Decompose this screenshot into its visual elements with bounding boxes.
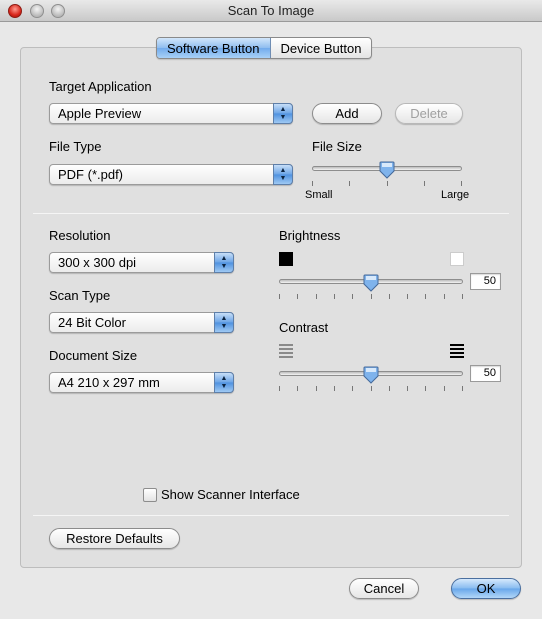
slider-tick: [425, 294, 426, 299]
slider-tick: [407, 294, 408, 299]
brightness-ticks: [279, 294, 463, 299]
file-size-max-label: Large: [441, 189, 470, 201]
resolution-value: 300 x 300 dpi: [58, 255, 137, 270]
tab-device-button[interactable]: Device Button: [271, 38, 372, 58]
window-title: Scan To Image: [227, 3, 315, 18]
contrast-label: Contrast: [279, 320, 329, 335]
slider-tick: [316, 294, 317, 299]
button-mode-tabs: Software Button Device Button: [156, 37, 373, 59]
add-button[interactable]: Add: [312, 103, 382, 124]
slider-tick: [462, 294, 463, 299]
show-scanner-interface-checkbox[interactable]: [143, 488, 157, 502]
file-size-tick: [349, 181, 350, 186]
brightness-slider-thumb[interactable]: [363, 274, 379, 292]
section-separator-bottom: [33, 515, 509, 516]
dark-square-icon: [279, 252, 293, 266]
file-size-min-label: Small: [305, 189, 333, 201]
cancel-button[interactable]: Cancel: [349, 578, 419, 599]
slider-tick: [425, 386, 426, 391]
brightness-value-field[interactable]: 50: [470, 273, 501, 290]
file-type-popup[interactable]: PDF (*.pdf) ▲ ▼: [49, 164, 293, 185]
slider-tick: [389, 386, 390, 391]
contrast-value-field[interactable]: 50: [470, 365, 501, 382]
show-scanner-interface-label[interactable]: Show Scanner Interface: [161, 487, 300, 502]
popup-arrows-icon: ▲ ▼: [214, 252, 234, 273]
file-size-tick: [424, 181, 425, 186]
slider-tick: [444, 294, 445, 299]
slider-tick: [297, 386, 298, 391]
scan-type-value: 24 Bit Color: [58, 315, 126, 330]
file-size-label: File Size: [312, 139, 362, 154]
popup-arrows-icon: ▲ ▼: [214, 312, 234, 333]
slider-tick: [334, 386, 335, 391]
slider-tick: [279, 294, 280, 299]
contrast-ticks: [279, 386, 463, 391]
slider-tick: [371, 294, 372, 299]
document-size-popup[interactable]: A4 210 x 297 mm ▲ ▼: [49, 372, 234, 393]
target-application-popup[interactable]: Apple Preview ▲ ▼: [49, 103, 293, 124]
slider-tick: [462, 386, 463, 391]
high-contrast-icon: [450, 344, 464, 358]
slider-tick: [334, 294, 335, 299]
light-square-icon: [450, 252, 464, 266]
contrast-slider-thumb[interactable]: [363, 366, 379, 384]
brightness-label: Brightness: [279, 228, 341, 243]
slider-tick: [389, 294, 390, 299]
resolution-popup[interactable]: 300 x 300 dpi ▲ ▼: [49, 252, 234, 273]
file-type-label: File Type: [49, 139, 102, 154]
target-application-value: Apple Preview: [58, 106, 142, 121]
tab-software-button[interactable]: Software Button: [157, 38, 271, 58]
popup-arrows-icon: ▲ ▼: [273, 164, 293, 185]
scan-type-label: Scan Type: [49, 288, 111, 303]
slider-tick: [371, 386, 372, 391]
slider-tick: [352, 294, 353, 299]
slider-tick: [444, 386, 445, 391]
section-separator: [33, 213, 509, 214]
slider-tick: [316, 386, 317, 391]
document-size-label: Document Size: [49, 348, 138, 363]
low-contrast-icon: [279, 344, 293, 358]
scan-type-popup[interactable]: 24 Bit Color ▲ ▼: [49, 312, 234, 333]
file-type-value: PDF (*.pdf): [58, 167, 124, 182]
file-size-slider-thumb[interactable]: [379, 161, 395, 179]
popup-arrows-icon: ▲ ▼: [214, 372, 234, 393]
delete-button[interactable]: Delete: [395, 103, 463, 124]
file-size-tick: [312, 181, 313, 186]
slider-tick: [407, 386, 408, 391]
document-size-value: A4 210 x 297 mm: [58, 375, 160, 390]
target-application-label: Target Application: [49, 79, 152, 94]
file-size-tick: [461, 181, 462, 186]
popup-arrows-icon: ▲ ▼: [273, 103, 293, 124]
slider-tick: [279, 386, 280, 391]
slider-tick: [352, 386, 353, 391]
resolution-label: Resolution: [49, 228, 111, 243]
file-size-tick: [387, 181, 388, 186]
restore-defaults-button[interactable]: Restore Defaults: [49, 528, 180, 549]
ok-button[interactable]: OK: [451, 578, 521, 599]
slider-tick: [297, 294, 298, 299]
